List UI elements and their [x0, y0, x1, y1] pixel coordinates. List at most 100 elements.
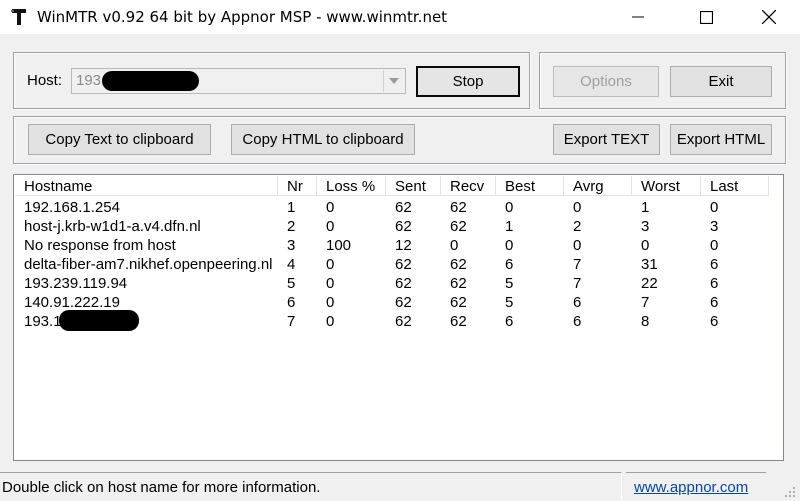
cell-sent: 62	[395, 256, 412, 273]
resize-grip-icon[interactable]	[784, 486, 796, 498]
cell-last: 6	[710, 313, 719, 330]
cell-avrg: 0	[573, 237, 582, 254]
cell-last: 0	[710, 199, 719, 216]
host-value: 193.	[76, 72, 106, 89]
cell-sent: 62	[395, 218, 412, 235]
table-row[interactable]: delta-fiber-am7.nikhef.openpeering.nl 4 0 6…	[15, 255, 782, 274]
cell-hostname: 193.1	[24, 313, 62, 330]
export-html-button[interactable]: Export HTML	[670, 124, 772, 155]
column-header-sent[interactable]: Sent	[386, 176, 441, 196]
cell-sent: 62	[395, 313, 412, 330]
cell-recv: 0	[450, 237, 459, 254]
status-pane-message: Double click on host name for more infor…	[0, 472, 622, 500]
cell-best: 5	[505, 275, 514, 292]
copy-text-button[interactable]: Copy Text to clipboard	[28, 124, 211, 155]
host-label: Host:	[27, 72, 63, 89]
cell-worst: 1	[641, 199, 650, 216]
cell-best: 0	[505, 237, 514, 254]
cell-worst: 22	[641, 275, 658, 292]
column-header-loss[interactable]: Loss %	[317, 176, 386, 196]
column-header-last[interactable]: Last	[701, 176, 769, 196]
cell-hostname: 193.239.119.94	[24, 275, 128, 292]
column-header-avrg[interactable]: Avrg	[564, 176, 632, 196]
cell-loss: 100	[326, 237, 352, 254]
table-header: Hostname Nr Loss % Sent Recv Best Avrg W…	[15, 176, 782, 197]
cell-hostname: delta-fiber-am7.nikhef.openpeering.nl	[24, 256, 273, 273]
results-table[interactable]: Hostname Nr Loss % Sent Recv Best Avrg W…	[13, 174, 784, 461]
appnor-link[interactable]: www.appnor.com	[634, 479, 748, 496]
close-icon	[762, 10, 776, 24]
cell-sent: 62	[395, 199, 412, 216]
table-row[interactable]: host-j.krb-w1d1-a.v4.dfn.nl 2 0 62 62 1 2 3 3	[15, 217, 782, 236]
cell-worst: 8	[641, 313, 650, 330]
cell-hostname: host-j.krb-w1d1-a.v4.dfn.nl	[24, 218, 201, 235]
table-row[interactable]: 193.239.119.94 5 0 62 62 5 7 22 6	[15, 274, 782, 293]
maximize-button[interactable]	[683, 0, 729, 34]
cell-hostname: 192.168.1.254	[24, 199, 120, 216]
copy-html-button[interactable]: Copy HTML to clipboard	[231, 124, 415, 155]
cell-worst: 31	[641, 256, 658, 273]
table-row[interactable]: 192.168.1.254 1 0 62 62 0 0 1 0	[15, 198, 782, 217]
cell-last: 6	[710, 275, 719, 292]
cell-worst: 7	[641, 294, 650, 311]
cell-best: 6	[505, 313, 514, 330]
minimize-icon	[632, 16, 644, 18]
cell-nr: 4	[287, 256, 296, 273]
column-header-recv[interactable]: Recv	[441, 176, 496, 196]
cell-nr: 1	[287, 199, 296, 216]
cell-best: 6	[505, 256, 514, 273]
cell-last: 3	[710, 218, 719, 235]
chevron-down-icon	[389, 78, 399, 84]
export-text-button[interactable]: Export TEXT	[553, 124, 660, 155]
column-header-best[interactable]: Best	[496, 176, 564, 196]
cell-worst: 3	[641, 218, 650, 235]
cell-last: 0	[710, 237, 719, 254]
exit-button[interactable]: Exit	[670, 66, 772, 97]
cell-avrg: 2	[573, 218, 582, 235]
cell-recv: 62	[450, 313, 467, 330]
cell-sent: 62	[395, 275, 412, 292]
stop-button[interactable]: Stop	[416, 66, 520, 97]
cell-recv: 62	[450, 275, 467, 292]
status-bar: Double click on host name for more infor…	[0, 472, 800, 501]
cell-sent: 62	[395, 294, 412, 311]
cell-nr: 3	[287, 237, 296, 254]
cell-nr: 6	[287, 294, 296, 311]
cell-avrg: 7	[573, 275, 582, 292]
cell-best: 1	[505, 218, 514, 235]
cell-avrg: 0	[573, 199, 582, 216]
cell-hostname: No response from host	[24, 237, 176, 254]
column-header-hostname[interactable]: Hostname	[15, 176, 278, 196]
minimize-button[interactable]	[615, 0, 661, 34]
cell-last: 6	[710, 294, 719, 311]
cell-loss: 0	[326, 313, 335, 330]
cell-loss: 0	[326, 256, 335, 273]
host-combobox[interactable]: 193.	[71, 68, 406, 94]
cell-avrg: 7	[573, 256, 582, 273]
cell-recv: 62	[450, 256, 467, 273]
redaction-mark	[102, 71, 199, 91]
column-header-worst[interactable]: Worst	[632, 176, 701, 196]
winmtr-app-icon	[11, 9, 26, 25]
cell-avrg: 6	[573, 294, 582, 311]
column-header-nr[interactable]: Nr	[278, 176, 317, 196]
combo-dropdown-button[interactable]	[383, 70, 404, 92]
cell-nr: 2	[287, 218, 296, 235]
cell-sent: 12	[395, 237, 412, 254]
window-title: WinMTR v0.92 64 bit by Appnor MSP - www.…	[37, 8, 448, 26]
cell-worst: 0	[641, 237, 650, 254]
table-row[interactable]: 193.1 7 0 62 62 6 6 8 6	[15, 310, 782, 331]
maximize-icon	[699, 10, 713, 24]
cell-loss: 0	[326, 294, 335, 311]
redaction-mark	[59, 310, 139, 331]
cell-best: 5	[505, 294, 514, 311]
status-pane-link: www.appnor.com	[626, 472, 766, 500]
close-button[interactable]	[746, 0, 792, 34]
table-row[interactable]: No response from host 3 100 12 0 0 0 0 0	[15, 236, 782, 255]
cell-recv: 62	[450, 199, 467, 216]
options-button[interactable]: Options	[553, 66, 659, 97]
cell-loss: 0	[326, 218, 335, 235]
cell-recv: 62	[450, 294, 467, 311]
title-bar: WinMTR v0.92 64 bit by Appnor MSP - www.…	[0, 0, 800, 34]
cell-loss: 0	[326, 199, 335, 216]
